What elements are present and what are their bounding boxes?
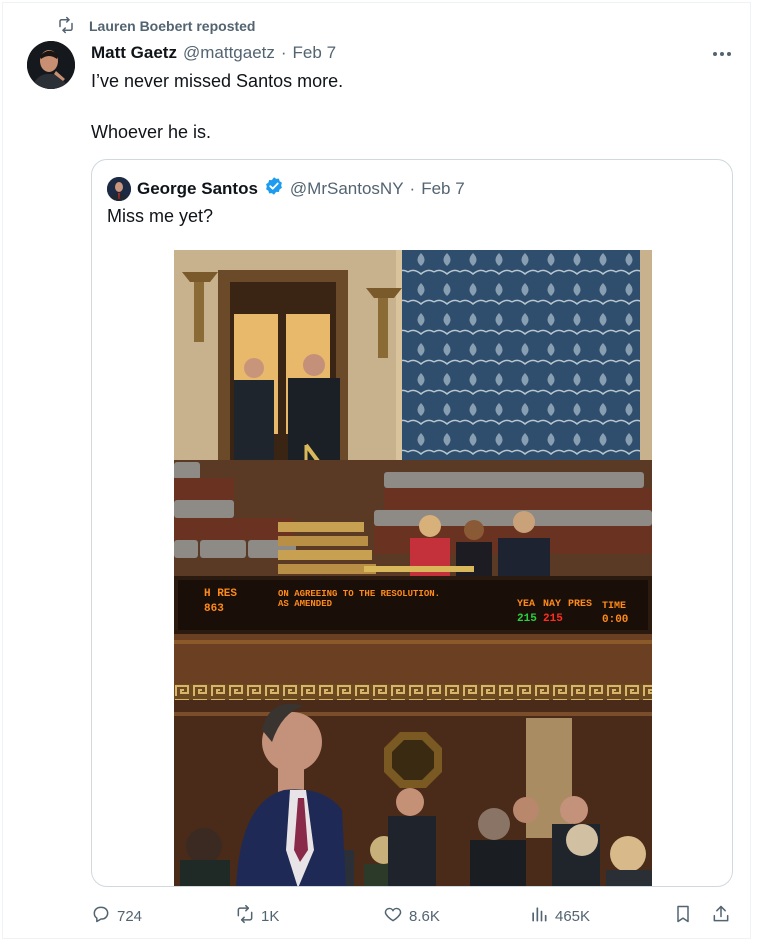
heart-icon bbox=[383, 904, 403, 928]
reply-icon bbox=[91, 904, 111, 928]
tweet-actions-bar: 724 1K 8.6K 465K bbox=[91, 901, 739, 931]
board-bill-number: 863 bbox=[204, 603, 224, 615]
tweet-text-line-2: Whoever he is. bbox=[91, 122, 212, 142]
like-count: 8.6K bbox=[409, 907, 440, 925]
bookmark-button[interactable] bbox=[673, 901, 693, 931]
board-col-time: TIME bbox=[602, 601, 626, 612]
quoted-tweet-date[interactable]: Feb 7 bbox=[421, 179, 464, 199]
repost-button[interactable]: 1K bbox=[235, 901, 279, 931]
repost-label: Lauren Boebert reposted bbox=[89, 18, 256, 34]
quoted-tweet-photo[interactable]: H RES 863 ON AGREEING TO THE RESOLUTION.… bbox=[174, 250, 652, 886]
board-col-nay: NAY bbox=[543, 599, 561, 610]
tweet-text: I’ve never missed Santos more. Whoever h… bbox=[91, 69, 343, 145]
author-avatar[interactable] bbox=[27, 41, 75, 89]
views-count: 465K bbox=[555, 907, 591, 925]
board-bill-label: H RES bbox=[204, 588, 237, 600]
quoted-author-avatar bbox=[107, 176, 131, 201]
quoted-author-name[interactable]: George Santos bbox=[137, 179, 258, 199]
board-nay-count: 215 bbox=[543, 613, 563, 625]
quoted-meta-separator: · bbox=[409, 178, 416, 198]
quoted-tweet-header: George Santos @MrSantosNY · Feb 7 bbox=[107, 176, 465, 201]
tweet-card[interactable]: Lauren Boebert reposted Matt Gaetz @matt… bbox=[2, 2, 751, 939]
quoted-tweet[interactable]: George Santos @MrSantosNY · Feb 7 Miss m… bbox=[91, 159, 733, 887]
tweet-date[interactable]: Feb 7 bbox=[293, 43, 336, 63]
repost-indicator[interactable]: Lauren Boebert reposted bbox=[57, 15, 255, 37]
more-icon bbox=[712, 44, 732, 62]
author-handle[interactable]: @mattgaetz bbox=[183, 43, 275, 63]
reply-count: 724 bbox=[117, 907, 143, 925]
board-col-yea: YEA bbox=[517, 599, 535, 610]
quoted-tweet-text: Miss me yet? bbox=[107, 206, 214, 226]
board-time-value: 0:00 bbox=[602, 614, 628, 626]
board-motion-line-1: ON AGREEING TO THE RESOLUTION. bbox=[278, 589, 440, 599]
more-options-button[interactable] bbox=[708, 43, 736, 63]
author-name[interactable]: Matt Gaetz bbox=[91, 43, 177, 63]
board-col-pres: PRES bbox=[568, 599, 592, 610]
meta-separator: · bbox=[280, 43, 287, 62]
repost-count: 1K bbox=[261, 907, 280, 925]
share-button[interactable] bbox=[711, 901, 731, 931]
repost-icon bbox=[57, 16, 75, 37]
views-button[interactable]: 465K bbox=[529, 901, 590, 931]
share-icon bbox=[711, 904, 731, 928]
quoted-author-handle[interactable]: @MrSantosNY bbox=[290, 179, 404, 199]
verified-badge-icon bbox=[264, 176, 284, 201]
bookmark-icon bbox=[673, 904, 693, 928]
board-motion-line-2: AS AMENDED bbox=[278, 599, 333, 609]
like-button[interactable]: 8.6K bbox=[383, 901, 440, 931]
board-yea-count: 215 bbox=[517, 613, 537, 625]
tweet-header: Matt Gaetz @mattgaetz · Feb 7 bbox=[91, 43, 336, 63]
reply-button[interactable]: 724 bbox=[91, 901, 142, 931]
analytics-icon bbox=[529, 904, 549, 928]
repost-action-icon bbox=[235, 904, 255, 928]
tweet-text-line-1: I’ve never missed Santos more. bbox=[91, 71, 344, 91]
